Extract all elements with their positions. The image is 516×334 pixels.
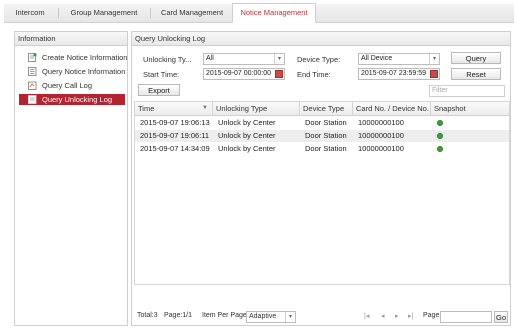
unlocking-log-table: Time ▼ Unlocking Type Device Type Card N… (134, 101, 510, 285)
sidebar-item-query-call-log[interactable]: Query Call Log (19, 80, 125, 91)
per-page-value: Adaptive (249, 313, 277, 320)
end-time-value: 2015-09-07 23:59:59 (361, 70, 426, 77)
cell-device-type: Door Station (305, 144, 347, 153)
column-header-time[interactable]: Time ▼ (135, 102, 213, 115)
sidebar-item-label: Query Notice Information (42, 67, 126, 76)
first-page-icon[interactable]: |◂ (364, 312, 369, 320)
per-page-select[interactable]: Adaptive ▾ (246, 311, 296, 323)
cell-card-no: 10000000100 (358, 118, 404, 127)
cell-card-no: 10000000100 (358, 144, 404, 153)
snapshot-icon[interactable] (437, 120, 443, 126)
cell-time: 2015-09-07 19:06:13 (140, 118, 210, 127)
last-page-icon[interactable]: ▸| (408, 312, 413, 320)
page-number-input[interactable] (440, 311, 492, 323)
snapshot-icon[interactable] (437, 133, 443, 139)
device-type-label: Device Type: (297, 55, 341, 64)
create-notice-icon (28, 53, 37, 62)
cell-time: 2015-09-07 14:34:09 (140, 144, 210, 153)
top-tab-bar: Intercom Group Management Card Managemen… (4, 3, 514, 23)
reset-button[interactable]: Reset (451, 68, 501, 80)
total-count: Total:3 (137, 312, 158, 319)
column-header-snapshot[interactable]: Snapshot (431, 102, 509, 115)
page-indicator: Page:1/1 (164, 312, 193, 319)
unlock-log-icon (28, 95, 37, 104)
sidebar-item-create-notice[interactable]: Create Notice Information (19, 52, 128, 63)
page-label: Page (423, 312, 440, 319)
per-page-label: Item Per Page: (202, 312, 249, 319)
pagination-bar: Total:3 Page:1/1 Item Per Page: Adaptive… (134, 311, 508, 323)
chevron-down-icon: ▾ (274, 54, 284, 64)
filter-input[interactable]: Filter (429, 85, 505, 97)
cell-unlocking-type: Unlock by Center (218, 118, 276, 127)
device-type-select[interactable]: All Device ▾ (358, 53, 440, 65)
tab-notice-management[interactable]: Notice Management (232, 3, 316, 23)
sidebar-item-query-notice[interactable]: Query Notice Information (19, 66, 125, 77)
tab-group-management[interactable]: Group Management (60, 4, 148, 22)
table-row[interactable]: 2015-09-07 14:34:09 Unlock by Center Doo… (135, 143, 509, 155)
table-header: Time ▼ Unlocking Type Device Type Card N… (135, 102, 509, 116)
end-time-input[interactable]: 2015-09-07 23:59:59 (358, 68, 440, 80)
go-button[interactable]: Go (494, 311, 508, 323)
table-row[interactable]: 2015-09-07 19:06:13 Unlock by Center Doo… (135, 117, 509, 129)
column-header-card-no[interactable]: Card No. / Device No. (353, 102, 431, 115)
tab-separator (58, 8, 59, 18)
unlocking-type-label: Unlocking Ty... (143, 55, 192, 64)
cell-unlocking-type: Unlock by Center (218, 144, 276, 153)
query-button[interactable]: Query (451, 52, 501, 64)
query-notice-icon (28, 67, 37, 76)
unlocking-type-select[interactable]: All ▾ (203, 53, 285, 65)
column-header-device-type[interactable]: Device Type (300, 102, 353, 115)
export-button[interactable]: Export (138, 84, 180, 96)
sort-arrow-icon: ▼ (202, 105, 208, 111)
column-header-unlocking-type[interactable]: Unlocking Type (213, 102, 300, 115)
sidebar-item-label: Create Notice Information (42, 53, 128, 62)
sidebar-item-query-unlocking-log[interactable]: Query Unlocking Log (19, 94, 125, 105)
tab-intercom[interactable]: Intercom (4, 4, 56, 22)
previous-page-icon[interactable]: ◂ (381, 312, 385, 320)
sidebar: Information Create Notice Information Qu… (14, 31, 128, 326)
start-time-input[interactable]: 2015-09-07 00:00:00 (203, 68, 285, 80)
sidebar-item-label: Query Call Log (42, 81, 93, 90)
start-time-label: Start Time: (143, 70, 180, 79)
device-type-value: All Device (361, 55, 393, 62)
page-title: Query Unlocking Log (132, 32, 510, 46)
unlocking-type-value: All (206, 55, 214, 62)
cell-time: 2015-09-07 19:06:11 (140, 131, 210, 140)
cell-unlocking-type: Unlock by Center (218, 131, 276, 140)
cell-device-type: Door Station (305, 131, 347, 140)
call-log-icon (28, 81, 37, 90)
sidebar-title: Information (15, 32, 127, 46)
tab-separator (150, 8, 151, 18)
next-page-icon[interactable]: ▸ (395, 312, 399, 320)
cell-card-no: 10000000100 (358, 131, 404, 140)
table-row[interactable]: 2015-09-07 19:06:11 Unlock by Center Doo… (135, 130, 509, 142)
calendar-icon[interactable] (275, 70, 283, 78)
cell-device-type: Door Station (305, 118, 347, 127)
chevron-down-icon: ▾ (429, 54, 439, 64)
chevron-down-icon: ▾ (285, 312, 295, 322)
tab-card-management[interactable]: Card Management (152, 4, 232, 22)
end-time-label: End Time: (297, 70, 331, 79)
start-time-value: 2015-09-07 00:00:00 (206, 70, 271, 77)
calendar-icon[interactable] (430, 70, 438, 78)
snapshot-icon[interactable] (437, 146, 443, 152)
column-header-label: Time (138, 104, 155, 113)
sidebar-item-label: Query Unlocking Log (42, 95, 113, 104)
